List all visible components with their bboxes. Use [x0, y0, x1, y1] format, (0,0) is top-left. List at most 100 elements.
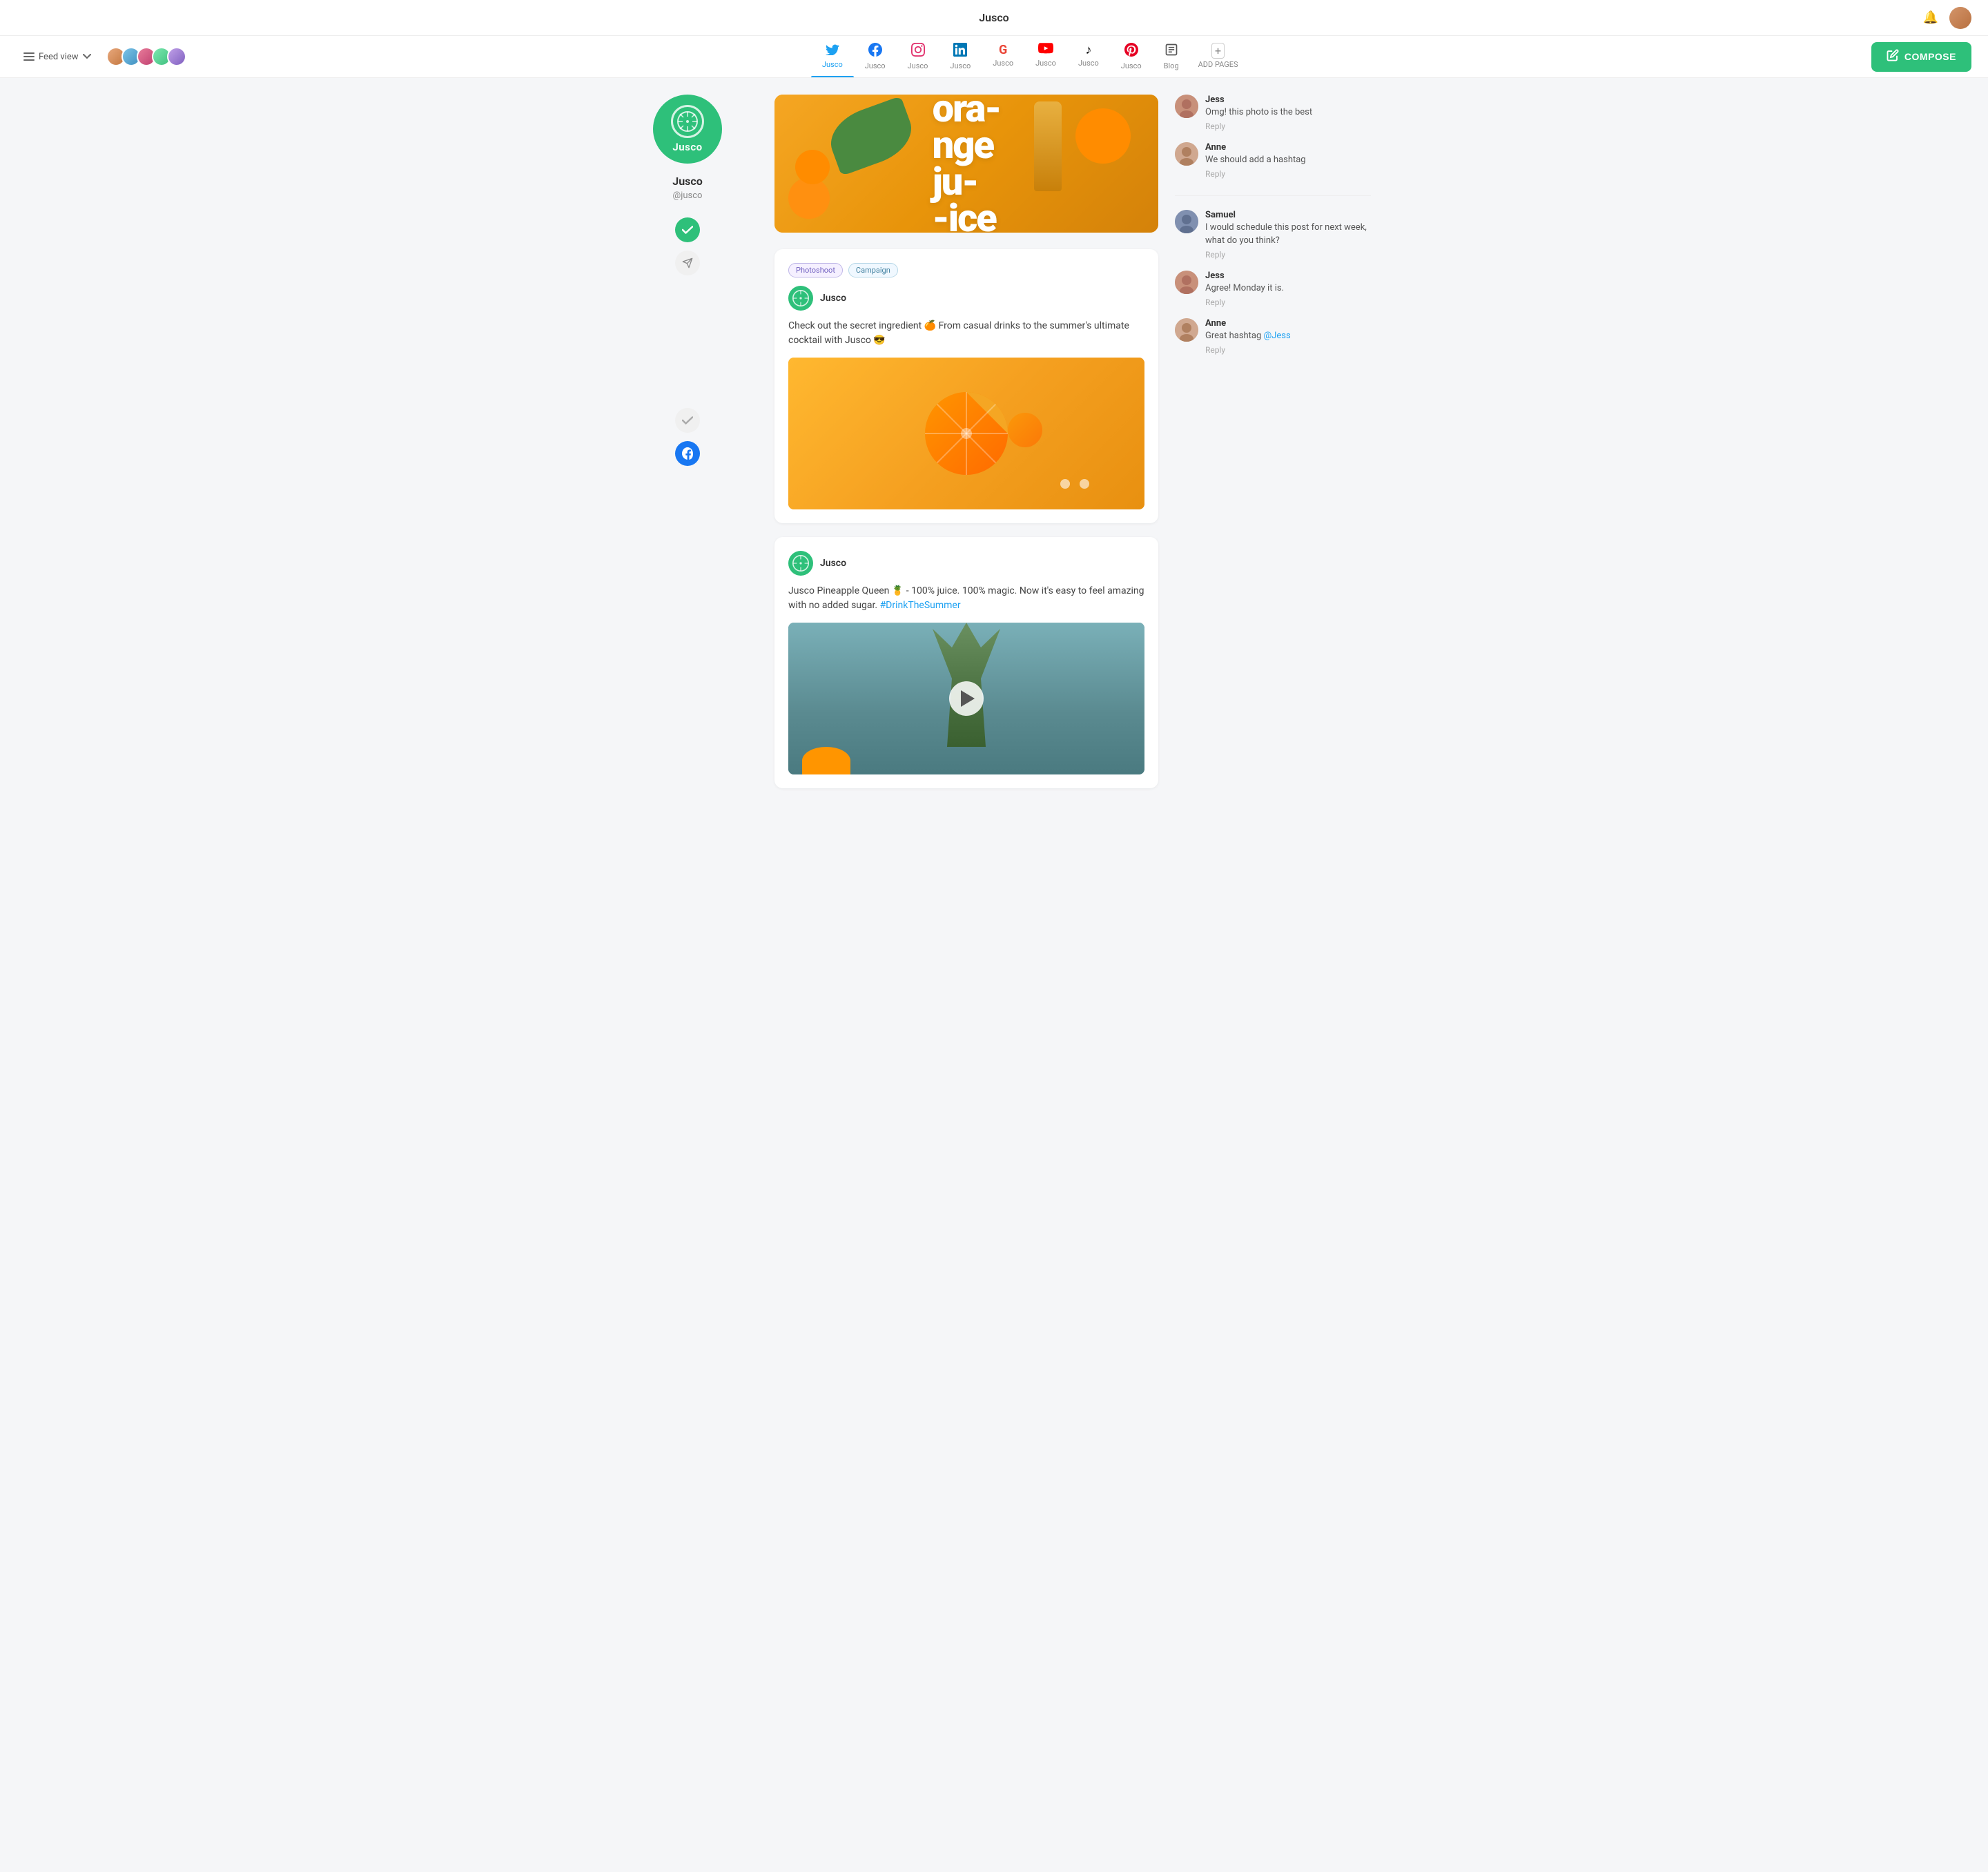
post-2-image-inner	[788, 623, 1144, 774]
tab-tiktok-label: Jusco	[1078, 59, 1099, 68]
post-2-author-avatar	[788, 551, 813, 576]
checkmark-icon	[682, 226, 693, 235]
comment-anne-1-body: Anne We should add a hashtag Reply	[1205, 142, 1371, 179]
tab-blog-label: Blog	[1164, 61, 1179, 70]
play-triangle-icon	[961, 690, 975, 707]
post-2-author-name: Jusco	[820, 558, 846, 569]
notification-bell-icon[interactable]: 🔔	[1923, 10, 1938, 25]
post-1-image-inner	[788, 358, 1144, 509]
tab-youtube[interactable]: Jusco	[1024, 36, 1067, 77]
comment-anne-1: Anne We should add a hashtag Reply	[1175, 142, 1371, 179]
sidebar-actions	[623, 217, 752, 466]
anne-avatar-1	[1175, 142, 1198, 166]
post-2-text: Jusco Pineapple Queen 🍍 - 100% juice. 10…	[788, 584, 1144, 613]
anne-face-icon	[1175, 142, 1198, 166]
comment-jess-2: Jess Agree! Monday it is. Reply	[1175, 271, 1371, 307]
tag-photoshoot[interactable]: Photoshoot	[788, 263, 843, 277]
tab-pinterest[interactable]: Jusco	[1110, 36, 1153, 77]
tab-facebook-label: Jusco	[865, 61, 886, 70]
tab-twitter[interactable]: Jusco	[811, 36, 854, 77]
post-card-2: Jusco Jusco Pineapple Queen 🍍 - 100% jui…	[774, 537, 1158, 788]
google-icon: G	[999, 43, 1007, 57]
comment-samuel-reply[interactable]: Reply	[1205, 250, 1371, 260]
post-2-author-logo-icon	[792, 555, 809, 572]
pinterest-icon	[1124, 43, 1138, 60]
tiktok-icon: ♪	[1085, 43, 1091, 57]
youtube-icon	[1038, 43, 1053, 57]
instagram-icon	[911, 43, 925, 60]
play-button[interactable]	[949, 681, 984, 716]
comment-anne-1-reply[interactable]: Reply	[1205, 169, 1371, 179]
post-2-hashtag[interactable]: #DrinkTheSummer	[880, 600, 961, 611]
facebook-action-button[interactable]	[675, 441, 700, 466]
linkedin-icon	[953, 43, 967, 60]
hero-banner-background: ora- nge ju- -ice	[774, 95, 1158, 233]
compose-label: COMPOSE	[1904, 51, 1956, 62]
feed: ora- nge ju- -ice Photoshoot Campaign	[763, 78, 1169, 819]
feed-view-button[interactable]: Feed view	[17, 48, 98, 66]
approve-action-button[interactable]	[675, 217, 700, 242]
team-avatars[interactable]	[106, 47, 186, 66]
post-1-tags: Photoshoot Campaign	[788, 263, 1144, 277]
comment-jess-1-name: Jess	[1205, 95, 1371, 105]
main-layout: Jusco Jusco @jusco	[601, 78, 1387, 819]
orange-slice-decoration	[925, 392, 1008, 475]
comment-jess-1: Jess Omg! this photo is the best Reply	[1175, 95, 1371, 131]
add-pages-button[interactable]: + ADD PAGES	[1190, 36, 1247, 77]
hero-bottle-decoration	[1034, 101, 1062, 191]
comment-samuel: Samuel I would schedule this post for ne…	[1175, 210, 1371, 259]
compose-button[interactable]: COMPOSE	[1871, 42, 1971, 72]
feed-view-label: Feed view	[39, 52, 79, 62]
tab-google[interactable]: G Jusco	[982, 36, 1024, 77]
jess-face-2-icon	[1175, 271, 1198, 294]
post-1-text: Check out the secret ingredient 🍊 From c…	[788, 319, 1144, 348]
comment-anne-1-text: We should add a hashtag	[1205, 154, 1371, 166]
post-2-image	[788, 623, 1144, 774]
comment-anne-2-reply[interactable]: Reply	[1205, 345, 1371, 355]
profile-handle: @jusco	[623, 191, 752, 201]
comment-jess-1-body: Jess Omg! this photo is the best Reply	[1205, 95, 1371, 131]
samuel-avatar	[1175, 210, 1198, 233]
sidebar-logo-text: Jusco	[672, 141, 702, 153]
add-pages-label: ADD PAGES	[1198, 60, 1238, 69]
tab-instagram[interactable]: Jusco	[897, 36, 939, 77]
tab-pinterest-label: Jusco	[1121, 61, 1142, 70]
comment-anne-2-mention[interactable]: @Jess	[1264, 331, 1291, 341]
orange-slice-piece	[1008, 413, 1042, 447]
post-1-image	[788, 358, 1144, 509]
tab-facebook[interactable]: Jusco	[854, 36, 897, 77]
post-1-comments: Jess Omg! this photo is the best Reply A…	[1175, 95, 1371, 179]
blog-icon	[1164, 43, 1178, 60]
hero-banner: ora- nge ju- -ice	[774, 95, 1158, 233]
tab-tiktok[interactable]: ♪ Jusco	[1067, 36, 1110, 77]
post-author-logo-icon	[792, 290, 809, 306]
add-pages-icon: +	[1211, 43, 1225, 59]
top-header: Jusco 🔔	[0, 0, 1988, 36]
jess-face-icon	[1175, 95, 1198, 118]
facebook-icon	[868, 43, 882, 60]
nav-right: COMPOSE	[1871, 42, 1971, 72]
tab-instagram-label: Jusco	[908, 61, 928, 70]
user-avatar[interactable]	[1949, 7, 1971, 29]
team-avatar-5[interactable]	[167, 47, 186, 66]
comment-jess-2-body: Jess Agree! Monday it is. Reply	[1205, 271, 1371, 307]
comment-samuel-body: Samuel I would schedule this post for ne…	[1205, 210, 1371, 259]
send-action-button[interactable]	[675, 251, 700, 275]
comment-samuel-name: Samuel	[1205, 210, 1371, 220]
tag-campaign[interactable]: Campaign	[848, 263, 898, 277]
post-1-author-avatar	[788, 286, 813, 311]
comment-anne-2-name: Anne	[1205, 318, 1371, 329]
facebook-circle-icon	[682, 447, 693, 460]
profile-name: Jusco	[623, 175, 752, 188]
tab-blog[interactable]: Blog	[1153, 36, 1190, 77]
sidebar: Jusco Jusco @jusco	[612, 78, 763, 819]
comment-jess-2-reply[interactable]: Reply	[1205, 298, 1371, 307]
comment-anne-2-body: Anne Great hashtag @Jess Reply	[1205, 318, 1371, 355]
check-action-button[interactable]	[675, 408, 700, 433]
jess-avatar-2	[1175, 271, 1198, 294]
tab-youtube-label: Jusco	[1035, 59, 1056, 68]
list-icon	[23, 52, 35, 61]
tab-linkedin[interactable]: Jusco	[939, 36, 982, 77]
app-title: Jusco	[979, 11, 1008, 24]
comment-jess-1-reply[interactable]: Reply	[1205, 121, 1371, 131]
